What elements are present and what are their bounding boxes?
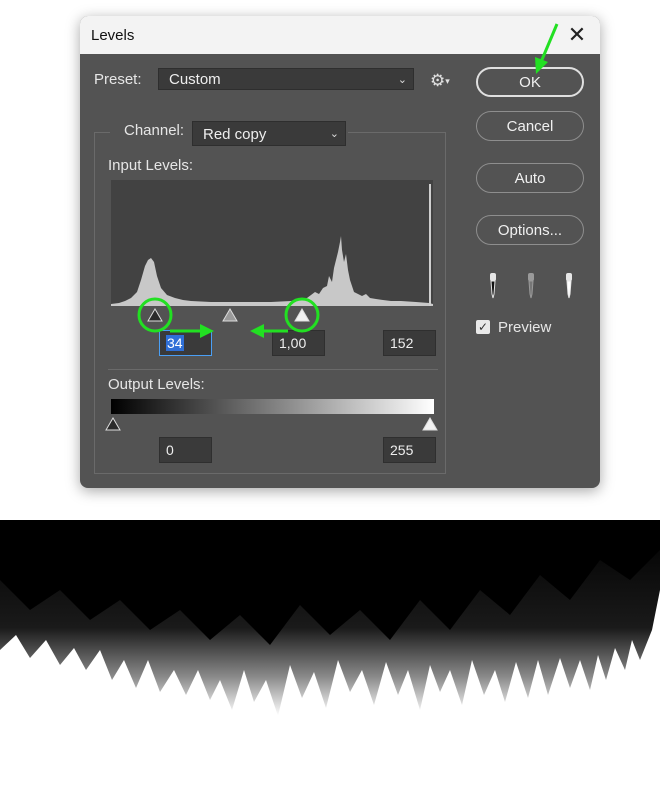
ok-button[interactable]: OK (476, 67, 584, 97)
cancel-button[interactable]: Cancel (476, 111, 584, 141)
histogram-edge (429, 184, 431, 306)
black-point-eyedropper-icon[interactable] (483, 272, 503, 300)
output-black-field[interactable]: 0 (159, 437, 212, 463)
histogram (111, 180, 433, 306)
white-point-eyedropper-icon[interactable] (559, 272, 579, 300)
histogram-shape (111, 236, 433, 306)
black-point-slider[interactable] (147, 308, 163, 322)
options-button[interactable]: Options... (476, 215, 584, 245)
preset-value: Custom (169, 71, 221, 88)
close-icon[interactable]: ✕ (554, 16, 600, 54)
midtone-slider[interactable] (222, 308, 238, 322)
output-black-slider[interactable] (105, 417, 121, 431)
title-bar: Levels ✕ (80, 16, 600, 54)
input-black-value: 34 (166, 335, 184, 351)
output-white-field[interactable]: 255 (383, 437, 436, 463)
chevron-down-icon: ⌄ (329, 128, 339, 140)
output-white-slider[interactable] (422, 417, 438, 431)
preset-dropdown[interactable]: Custom ⌄ (158, 68, 414, 90)
output-gradient (111, 399, 434, 414)
auto-button[interactable]: Auto (476, 163, 584, 193)
gear-icon[interactable]: ⚙▾ (430, 71, 450, 91)
preset-label: Preset: (94, 71, 142, 88)
chevron-down-icon: ⌄ (397, 74, 407, 86)
dialog-title: Levels (91, 27, 135, 44)
channel-dropdown[interactable]: Red copy ⌄ (192, 121, 346, 146)
output-levels-label: Output Levels: (108, 376, 205, 393)
forest-preview-image (0, 520, 660, 770)
preview-label: Preview (498, 319, 552, 336)
channel-label: Channel: (124, 122, 185, 139)
input-white-field[interactable]: 152 (383, 330, 436, 356)
white-point-slider[interactable] (294, 308, 310, 322)
gray-point-eyedropper-icon[interactable] (521, 272, 541, 300)
divider (108, 369, 438, 370)
input-levels-label: Input Levels: (108, 157, 194, 174)
levels-dialog: Levels ✕ Preset: Custom ⌄ ⚙▾ OK Cancel A… (80, 16, 600, 488)
input-midtone-field[interactable]: 1,00 (272, 330, 325, 356)
checkbox-icon[interactable]: ✓ (476, 320, 490, 334)
channel-value: Red copy (203, 126, 267, 143)
input-black-field[interactable]: 34 (159, 330, 212, 356)
